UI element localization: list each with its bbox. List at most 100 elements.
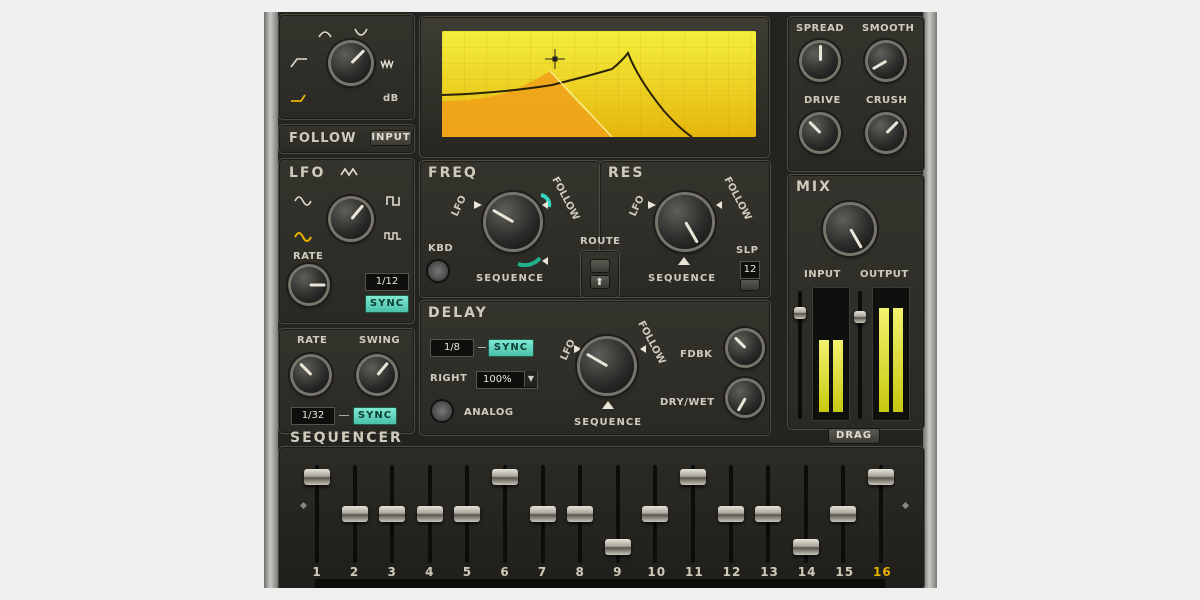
db-label: dB (383, 93, 399, 104)
input-gain-slider[interactable] (794, 307, 806, 319)
route-up-button[interactable] (590, 259, 610, 273)
step-number: 5 (462, 565, 473, 579)
step-number: 11 (685, 565, 704, 579)
step-slider[interactable] (454, 506, 481, 522)
filter-type-knob[interactable] (331, 43, 371, 83)
step-slider[interactable] (868, 469, 894, 486)
drive-knob[interactable] (802, 115, 838, 151)
step-number: 15 (835, 565, 855, 579)
lfo-sync-button[interactable]: SYNC (365, 295, 409, 313)
kbd-label: KBD (428, 243, 454, 254)
delay-time-display[interactable]: 1/8 (430, 339, 474, 357)
follow-mod-arrow-icon (542, 201, 548, 209)
spread-knob[interactable] (802, 43, 838, 79)
step-slider[interactable] (755, 506, 782, 522)
delay-sync-button[interactable]: SYNC (488, 339, 534, 357)
slope-display[interactable]: 12 (740, 261, 760, 279)
feedback-knob[interactable] (728, 331, 762, 365)
route-arrow-button[interactable]: ⬆ (590, 275, 610, 289)
filter-response-display[interactable] (442, 31, 756, 137)
delay-right-value: 100% (483, 374, 512, 385)
spread-label: SPREAD (796, 23, 845, 34)
res-knob[interactable] (658, 195, 712, 249)
fx-panel: SPREAD SMOOTH DRIVE CRUSH (787, 16, 925, 172)
slope-button[interactable] (740, 279, 760, 291)
lfo-rate-knob[interactable] (291, 267, 327, 303)
route-panel: ⬆ (580, 250, 620, 298)
step-number: 9 (613, 565, 623, 579)
delay-dash (478, 347, 486, 348)
mix-knob[interactable] (826, 205, 874, 253)
swing-label: SWING (359, 335, 401, 346)
smooth-label: SMOOTH (862, 23, 915, 34)
step-slider[interactable] (642, 506, 669, 522)
freq-sequence-label: SEQUENCE (476, 273, 544, 284)
step-number: 2 (349, 565, 360, 579)
seq-sync-button[interactable]: SYNC (353, 407, 397, 425)
swing-knob[interactable] (359, 357, 395, 393)
res-lfo-arrow-icon (648, 201, 656, 209)
output-meter (872, 287, 910, 421)
crush-knob[interactable] (868, 115, 904, 151)
delay-follow-arrow-icon (640, 345, 646, 353)
freq-lfo-label: LFO (450, 194, 469, 218)
seq-clock-panel: RATE SWING 1/32 SYNC (278, 328, 415, 434)
step-slider[interactable] (492, 469, 518, 486)
delay-sequence-label: SEQUENCE (574, 417, 642, 428)
sequencer-bottom-strip (315, 579, 885, 588)
step-number: 16 (873, 565, 892, 579)
sine-icon (294, 196, 312, 206)
step-slider[interactable] (717, 506, 744, 522)
step-slider[interactable] (567, 506, 594, 522)
seq-rate-knob[interactable] (293, 357, 329, 393)
mix-title: MIX (796, 179, 832, 195)
route-label: ROUTE (580, 236, 621, 247)
filter-display-frame (419, 16, 770, 158)
saw-icon (340, 167, 358, 177)
sequence-mod-arrow-icon (542, 257, 548, 265)
step-number: 1 (312, 565, 322, 579)
lfo-rate-display[interactable]: 1/12 (365, 273, 409, 291)
output-meter-left (879, 307, 889, 412)
step-slider[interactable] (529, 506, 556, 522)
step-number: 7 (537, 565, 548, 579)
step-slider[interactable] (379, 506, 406, 522)
drywet-knob[interactable] (728, 381, 762, 415)
follow-label: FOLLOW (289, 131, 357, 146)
step-slider[interactable] (792, 538, 819, 555)
plugin-window: dB FOLLOW INPUT LFO RATE 1/12 SYNC RATE … (264, 12, 937, 588)
sine-selected-icon (294, 232, 312, 242)
follow-input-button[interactable]: INPUT (370, 130, 412, 146)
kbd-toggle[interactable] (428, 261, 448, 281)
freq-knob[interactable] (486, 195, 540, 249)
step-slider[interactable] (604, 538, 631, 555)
sequencer-panel: 1 2 3 4 5 6 7 8 9 10 11 12 13 14 15 16 (278, 446, 925, 588)
lfo-shape-knob[interactable] (331, 199, 371, 239)
step-slider[interactable] (416, 506, 443, 522)
step-slider[interactable] (680, 469, 706, 486)
delay-title: DELAY (428, 305, 488, 321)
seq-rate-display[interactable]: 1/32 (291, 407, 335, 425)
divider-dash (339, 415, 349, 416)
delay-knob[interactable] (580, 339, 634, 393)
step-slider[interactable] (830, 506, 857, 522)
res-sequence-label: SEQUENCE (648, 273, 716, 284)
output-gain-slider[interactable] (854, 311, 866, 323)
sequence-mod-amount (517, 256, 542, 268)
left-rail (264, 12, 278, 588)
slope-label: SLP (736, 245, 759, 256)
output-meter-right (893, 307, 903, 412)
sequencer-title: SEQUENCER (290, 430, 403, 446)
crush-label: CRUSH (866, 95, 908, 106)
analog-toggle[interactable] (432, 401, 452, 421)
freq-panel: FREQ LFO FOLLOW SEQUENCE KBD (419, 160, 601, 298)
step-number: 13 (760, 565, 779, 579)
smooth-knob[interactable] (868, 43, 904, 79)
delay-lfo-arrow-icon (574, 345, 582, 353)
freq-follow-label: FOLLOW (549, 175, 581, 222)
drag-button[interactable]: DRAG (828, 428, 880, 444)
bandpass-icon (318, 31, 332, 38)
step-slider[interactable] (341, 506, 368, 522)
random-icon (384, 232, 401, 240)
step-slider[interactable] (304, 469, 330, 486)
